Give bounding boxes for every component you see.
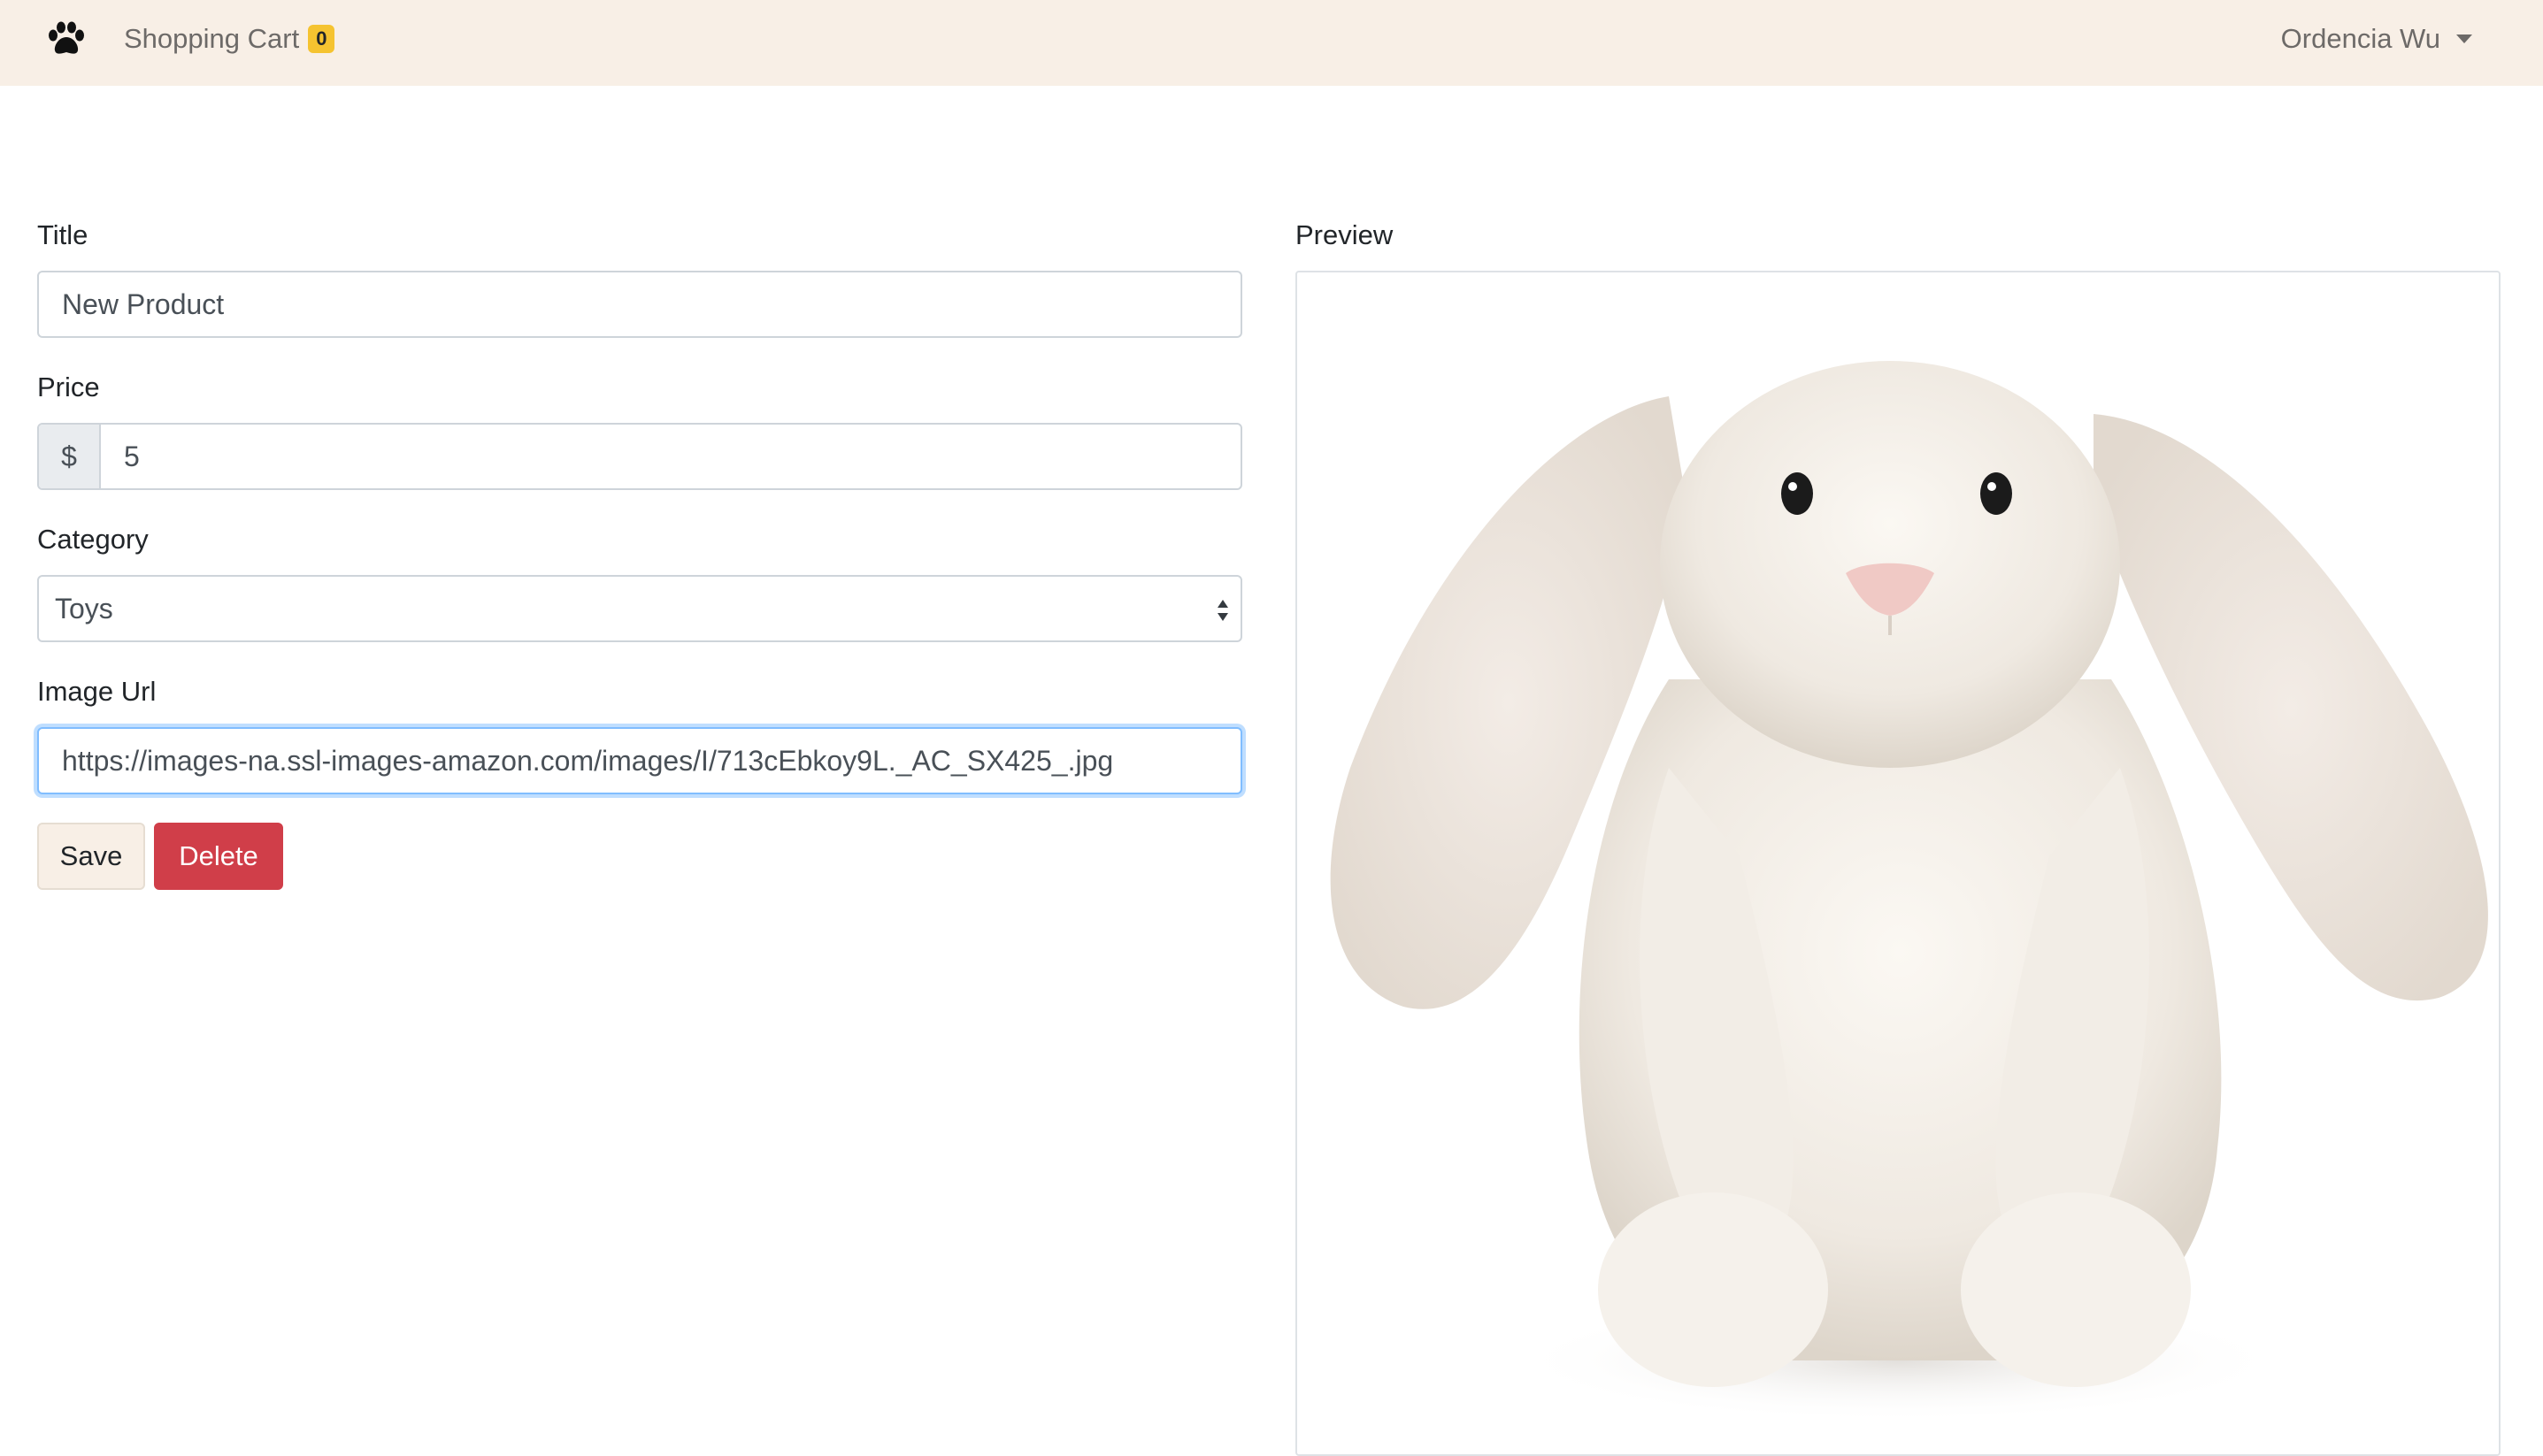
image-url-input-value: https://images-na.ssl-images-amazon.com/… (62, 744, 1114, 777)
user-name: Ordencia Wu (2280, 23, 2440, 54)
title-label: Title (37, 219, 88, 250)
title-input-value: New Product (62, 287, 225, 320)
select-arrows-icon (1218, 600, 1228, 621)
caret-down-icon (2456, 34, 2472, 43)
category-select-value: Toys (55, 592, 113, 625)
preview-image-frame (1295, 271, 2501, 1456)
category-label: Category (37, 524, 149, 555)
title-input[interactable]: New Product (37, 271, 1242, 338)
currency-prefix: $ (39, 425, 101, 488)
navbar: Shopping Cart 0 Ordencia Wu (0, 0, 2543, 86)
plush-bunny-image (1330, 361, 2488, 1422)
paw-icon[interactable] (44, 19, 88, 58)
save-button[interactable]: Save (37, 823, 145, 890)
delete-button[interactable]: Delete (154, 823, 283, 890)
cart-count-badge: 0 (308, 24, 335, 54)
price-label: Price (37, 372, 100, 402)
category-select[interactable]: Toys (37, 575, 1242, 642)
image-url-label: Image Url (37, 676, 157, 707)
image-url-input[interactable]: https://images-na.ssl-images-amazon.com/… (37, 727, 1242, 794)
shopping-cart-label: Shopping Cart (124, 23, 300, 54)
user-menu-toggle[interactable]: Ordencia Wu (2281, 19, 2472, 58)
preview-label: Preview (1295, 219, 1394, 250)
price-input-value: 5 (124, 440, 140, 472)
shopping-cart-link[interactable]: Shopping Cart 0 (124, 19, 335, 58)
price-input-group[interactable]: $ 5 (37, 423, 1242, 490)
